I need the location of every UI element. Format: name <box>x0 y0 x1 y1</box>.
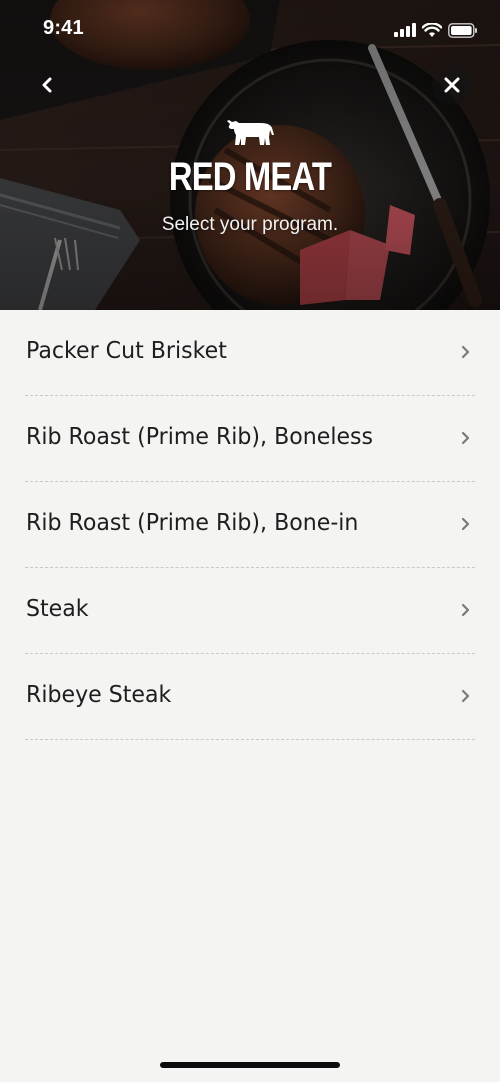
hero-banner: 9:41 RED MEAT Select your program. <box>0 0 500 310</box>
chevron-right-icon <box>461 431 470 445</box>
list-item-label: Steak <box>26 596 89 622</box>
list-item-steak[interactable]: Steak <box>25 568 475 654</box>
home-indicator[interactable] <box>160 1062 340 1068</box>
chevron-right-icon <box>461 345 470 359</box>
list-item-rib-roast-boneless[interactable]: Rib Roast (Prime Rib), Boneless <box>25 396 475 482</box>
page-subtitle: Select your program. <box>161 214 339 235</box>
list-item-label: Ribeye Steak <box>26 682 172 708</box>
status-bar: 9:41 <box>0 0 500 60</box>
list-item-packer-cut-brisket[interactable]: Packer Cut Brisket <box>25 310 475 396</box>
cellular-signal-icon <box>394 23 416 37</box>
wifi-icon <box>422 22 442 37</box>
status-time: 9:41 <box>43 17 84 39</box>
page-title: RED MEAT <box>168 155 332 199</box>
chevron-right-icon <box>461 689 470 703</box>
status-icons <box>394 20 478 40</box>
chevron-right-icon <box>461 517 470 531</box>
battery-icon <box>448 22 477 38</box>
program-list: Packer Cut Brisket Rib Roast (Prime Rib)… <box>0 310 500 740</box>
list-item-rib-roast-bone-in[interactable]: Rib Roast (Prime Rib), Bone-in <box>25 482 475 568</box>
list-item-ribeye-steak[interactable]: Ribeye Steak <box>25 654 475 740</box>
list-item-label: Packer Cut Brisket <box>26 338 227 364</box>
close-icon <box>444 77 460 93</box>
close-button[interactable] <box>432 65 472 105</box>
back-button[interactable] <box>27 65 67 105</box>
list-item-label: Rib Roast (Prime Rib), Boneless <box>26 424 374 450</box>
chevron-left-icon <box>42 77 52 93</box>
list-item-label: Rib Roast (Prime Rib), Bone-in <box>26 510 359 536</box>
hero-content: RED MEAT Select your program. <box>0 110 500 236</box>
chevron-right-icon <box>461 603 470 617</box>
